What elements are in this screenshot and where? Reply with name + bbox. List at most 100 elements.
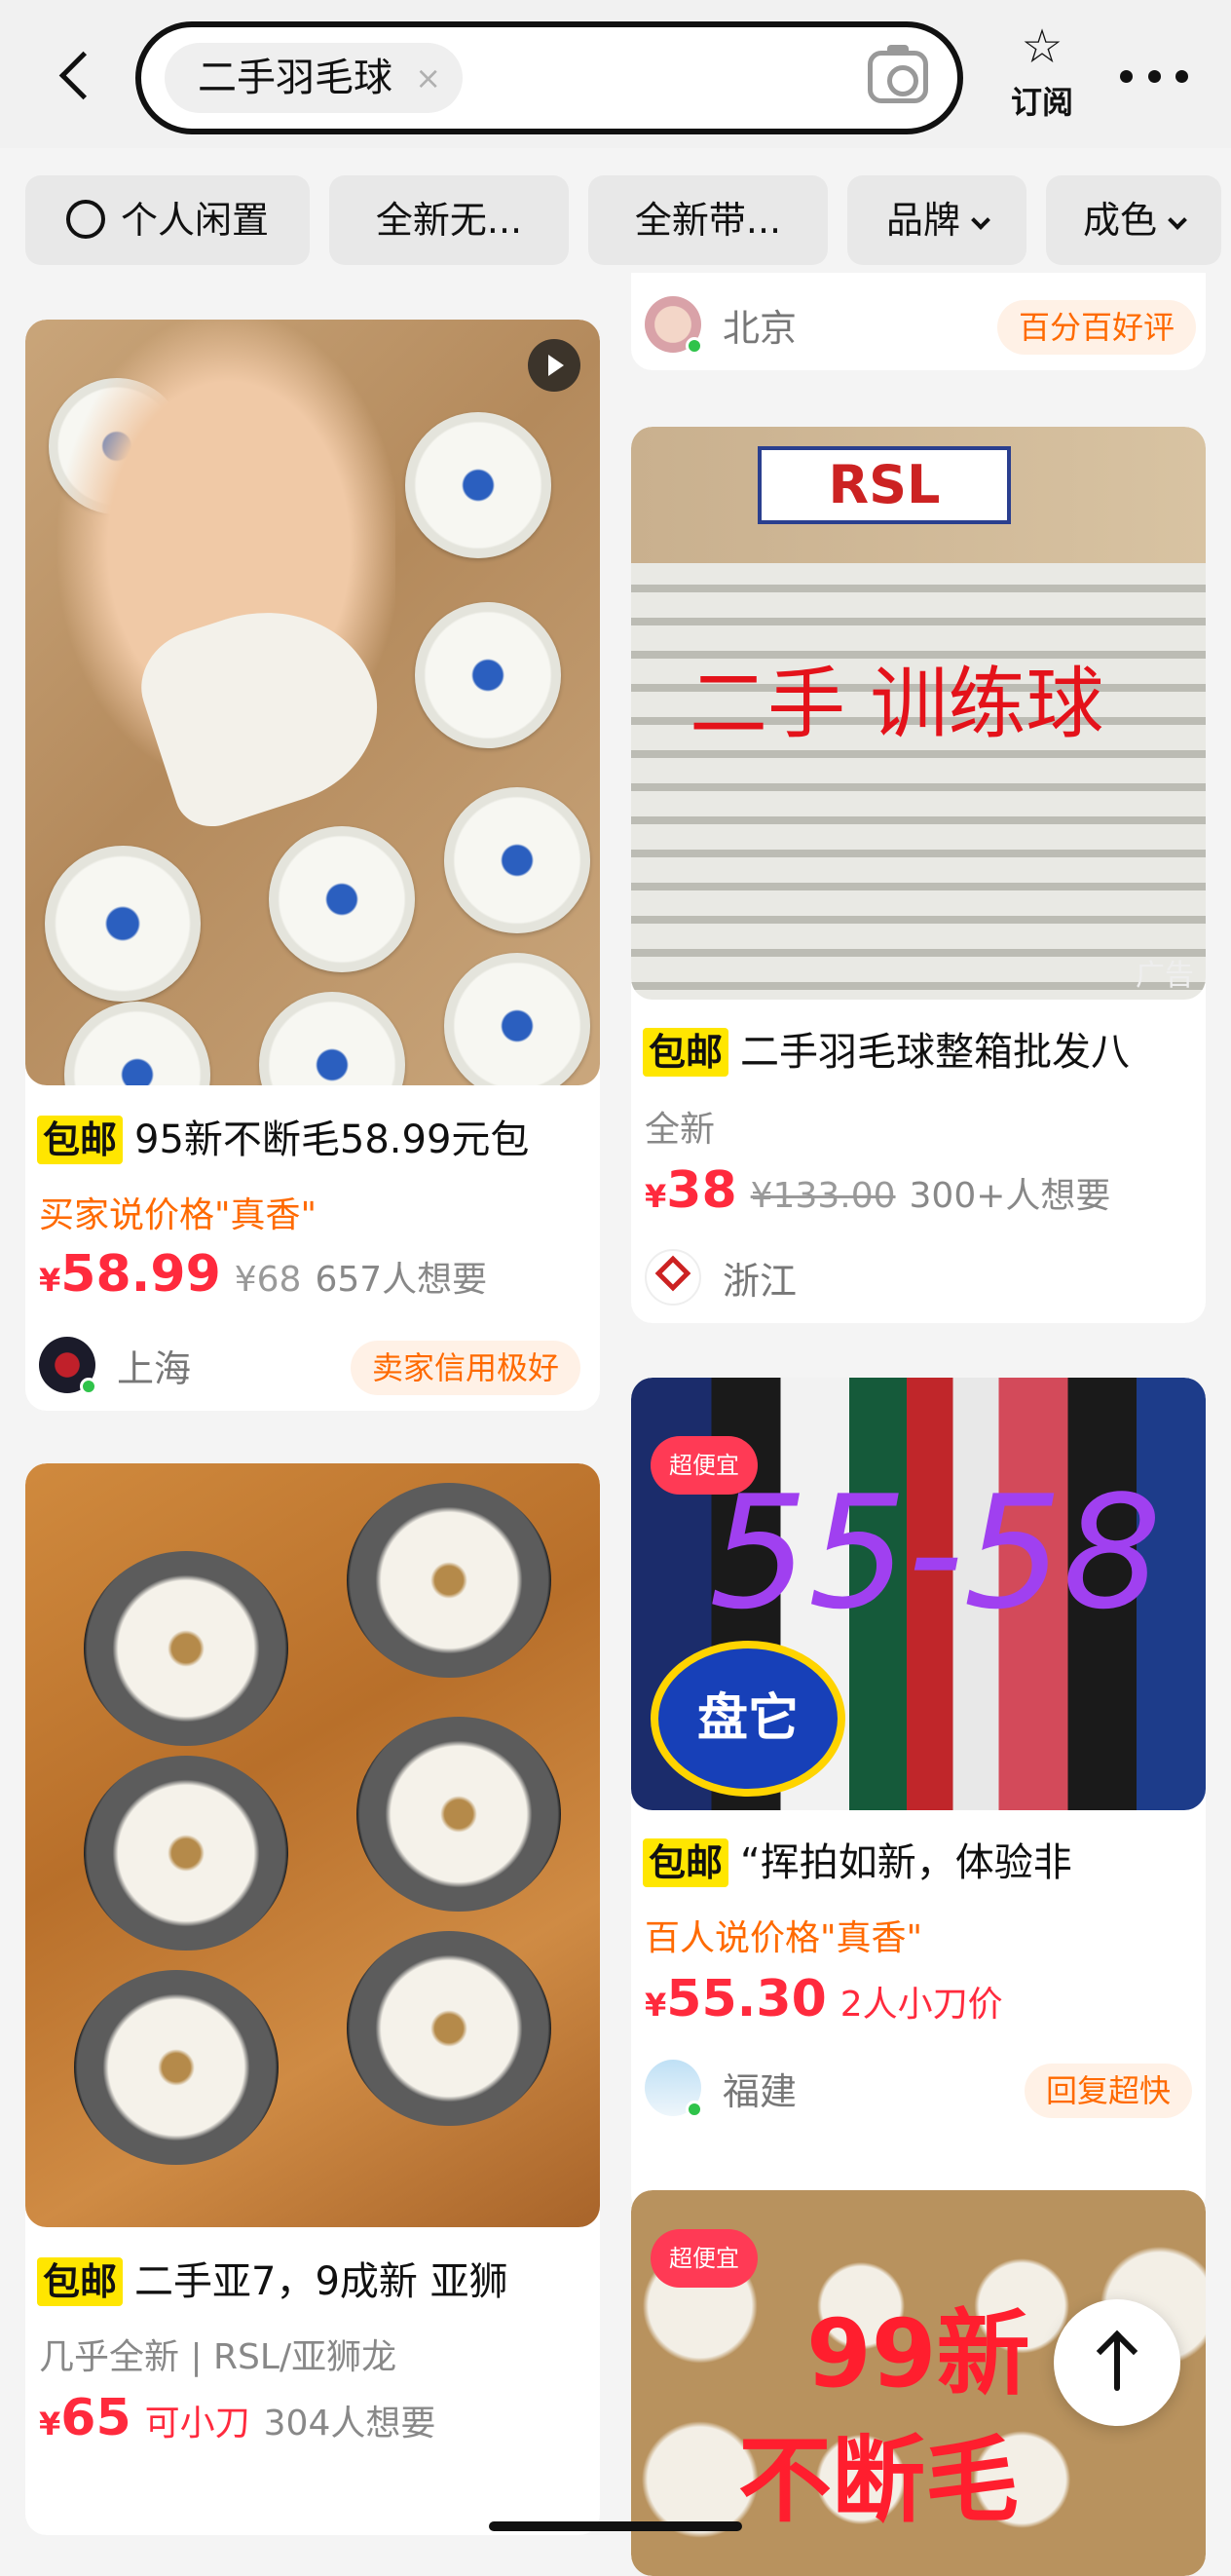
brand-logo: RSL <box>758 446 1011 524</box>
filter-chip-brand[interactable]: 品牌 <box>847 175 1026 265</box>
shuttle-tube-image <box>84 1551 288 1746</box>
shuttle-tube-image <box>347 1931 551 2126</box>
shuttle-tube-image <box>347 1483 551 1678</box>
product-card[interactable]: 包邮 二手亚7，9成新 亚狮 几乎全新 | RSL/亚狮龙 ¥65 可小刀 304人想… <box>25 1463 600 2535</box>
bargain-label: 2人小刀价 <box>839 1985 1003 2025</box>
seller-location: 北京 <box>723 306 798 350</box>
camera-icon[interactable] <box>868 45 928 103</box>
free-shipping-tag: 包邮 <box>37 2257 124 2306</box>
avatar[interactable] <box>645 1249 701 1306</box>
chevron-down-icon <box>1168 210 1187 230</box>
sticker-panta: 盘它 <box>651 1641 845 1797</box>
product-title-text: 二手羽毛球整箱批发八 <box>740 1030 1131 1075</box>
chevron-down-icon <box>971 210 990 230</box>
product-title[interactable]: 包邮 95新不断毛58.99元包 <box>37 1113 592 1167</box>
shuttle-tube-image <box>74 1970 279 2165</box>
seller-row[interactable]: 福建 <box>645 2060 798 2118</box>
shuttle-tube-image <box>84 1756 288 1951</box>
shuttlecock-image <box>415 602 561 748</box>
price-row: ¥55.30 2人小刀价 <box>645 1970 1003 2028</box>
product-title-text: 二手亚7，9成新 亚狮 <box>134 2259 508 2304</box>
price-comment: 买家说价格"真香" <box>39 1195 317 1235</box>
top-bar: 二手羽毛球 × ☆ 订阅 <box>0 0 1231 148</box>
play-icon[interactable] <box>528 339 580 392</box>
avatar[interactable] <box>39 1337 97 1395</box>
subscribe-button[interactable]: ☆ 订阅 <box>993 21 1091 138</box>
want-count: 657人想要 <box>315 1260 488 1300</box>
home-indicator <box>489 2521 742 2531</box>
product-title-text: “挥拍如新，体验非 <box>740 1840 1072 1885</box>
price-value: 58.99 <box>60 1245 221 1304</box>
product-image[interactable] <box>25 1463 600 2227</box>
seller-row[interactable]: 上海 <box>39 1337 192 1395</box>
seller-badge: 回复超快 <box>1025 2064 1193 2118</box>
filter-label: 个人闲置 <box>120 199 269 242</box>
filter-label: 成色 <box>1082 199 1157 242</box>
avatar[interactable] <box>645 296 703 355</box>
scroll-to-top-button[interactable] <box>1054 2299 1180 2426</box>
search-box[interactable]: 二手羽毛球 × <box>135 21 963 134</box>
product-card[interactable]: 超便宜 55-58 盘它 包邮 “挥拍如新，体验非 百人说价格"真香" ¥55.3… <box>631 1378 1206 2216</box>
image-overlay-text: 二手 训练球 <box>690 659 1104 749</box>
product-image[interactable] <box>25 320 600 1085</box>
shuttlecock-image <box>444 787 590 933</box>
filter-chip-personal[interactable]: 个人闲置 <box>25 175 310 265</box>
search-query-chip[interactable]: 二手羽毛球 × <box>165 43 463 113</box>
clear-query-icon[interactable]: × <box>415 43 441 113</box>
back-icon[interactable] <box>49 41 107 109</box>
filter-label: 全新带... <box>634 199 782 242</box>
sticker-cheap: 超便宜 <box>651 2229 758 2288</box>
seller-location: 浙江 <box>723 1259 798 1303</box>
seller-location: 上海 <box>117 1346 192 1390</box>
online-dot <box>80 1378 97 1395</box>
online-dot <box>686 2101 703 2118</box>
online-dot <box>686 337 703 355</box>
price-value: 65 <box>60 2389 131 2447</box>
currency-symbol: ¥ <box>645 1178 667 1215</box>
product-title-text: 95新不断毛58.99元包 <box>134 1118 530 1162</box>
original-price: ¥68 <box>234 1260 302 1300</box>
avatar[interactable] <box>645 2060 703 2118</box>
original-price: ¥133.00 <box>750 1176 896 1216</box>
product-image[interactable]: 超便宜 55-58 盘它 <box>631 1378 1206 1810</box>
currency-symbol: ¥ <box>39 2406 61 2443</box>
shuttlecock-image <box>45 846 201 1002</box>
person-icon <box>65 200 105 239</box>
shuttle-tube-image <box>356 1717 561 1912</box>
image-overlay-text: 不断毛 <box>738 2426 1019 2535</box>
product-image[interactable]: RSL 二手 训练球 广告 <box>631 427 1206 1000</box>
shuttlecock-image <box>405 412 551 558</box>
price-value: 55.30 <box>666 1970 827 2028</box>
shop-logo-icon <box>654 1255 691 1292</box>
price-comment: 百人说价格"真香" <box>645 1918 923 1958</box>
product-title[interactable]: 包邮 二手羽毛球整箱批发八 <box>643 1025 1198 1080</box>
product-card-tail[interactable]: 北京 百分百好评 <box>631 273 1206 370</box>
product-title[interactable]: 包邮 “挥拍如新，体验非 <box>643 1836 1198 1890</box>
subscribe-label: 订阅 <box>1010 84 1073 121</box>
filter-chip-condition[interactable]: 成色 <box>1046 175 1221 265</box>
image-overlay-text: 55-58 <box>709 1461 1162 1644</box>
bargain-label: 可小刀 <box>144 2404 250 2443</box>
filter-label: 品牌 <box>885 199 960 242</box>
price-row: ¥58.99 ¥68 657人想要 <box>39 1245 487 1304</box>
product-card[interactable]: 包邮 95新不断毛58.99元包 买家说价格"真香" ¥58.99 ¥68 657人想… <box>25 320 600 1411</box>
shuttlecock-image <box>64 1002 210 1085</box>
shuttlecock-image <box>444 953 590 1085</box>
free-shipping-tag: 包邮 <box>643 1028 729 1077</box>
seller-row[interactable]: 北京 <box>645 296 798 355</box>
want-count: 300+人想要 <box>909 1176 1111 1216</box>
star-plus-icon: ☆ <box>1021 19 1063 74</box>
filter-chip-new-with-tag[interactable]: 全新带... <box>588 175 828 265</box>
filter-label: 全新无... <box>375 199 523 242</box>
free-shipping-tag: 包邮 <box>643 1838 729 1887</box>
currency-symbol: ¥ <box>645 1987 667 2024</box>
filter-chip-new-without-tag[interactable]: 全新无... <box>329 175 569 265</box>
more-icon[interactable] <box>1120 57 1188 95</box>
shuttlecock-image <box>259 992 405 1085</box>
image-overlay-text: 99新 <box>806 2299 1030 2408</box>
product-card[interactable]: RSL 二手 训练球 广告 包邮 二手羽毛球整箱批发八 全新 ¥38 ¥133.00… <box>631 427 1206 1323</box>
seller-location: 福建 <box>723 2069 798 2113</box>
seller-row[interactable]: 浙江 <box>645 1249 797 1306</box>
seller-badge: 卖家信用极好 <box>351 1341 581 1395</box>
product-title[interactable]: 包邮 二手亚7，9成新 亚狮 <box>37 2254 592 2309</box>
